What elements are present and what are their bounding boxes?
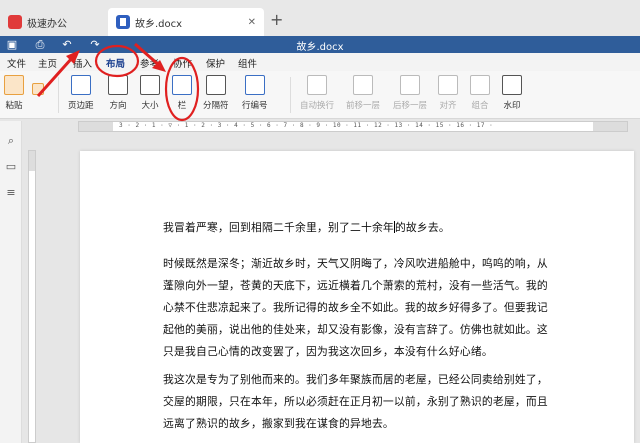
group-button[interactable]: 组合	[470, 75, 490, 111]
line-numbers-button[interactable]: 行编号	[242, 75, 268, 111]
align-button[interactable]: 对齐	[438, 75, 458, 111]
watermark-icon	[502, 75, 522, 95]
close-tab-icon[interactable]: ✕	[248, 17, 256, 28]
menu-components[interactable]: 组件	[238, 56, 257, 70]
paste-button[interactable]: 粘贴	[4, 75, 24, 111]
breaks-icon	[205, 75, 226, 95]
paste-label: 粘贴	[5, 101, 23, 111]
margins-label: 页边距	[68, 101, 94, 111]
document-page[interactable]: 我冒着严寒，回到相隔二千余里，别了二十余年的故乡去。 时候既然是深冬；渐近故乡时…	[80, 151, 634, 443]
ruler-margin-right	[593, 122, 627, 131]
breaks-label: 分隔符	[203, 101, 229, 111]
ribbon-toolbar: 粘贴 页边距 方向 大小 栏 分隔符 行编号 自动换行 前移一层 后移一层 对齐…	[0, 71, 640, 119]
columns-button[interactable]: 栏	[172, 75, 192, 111]
columns-icon	[172, 75, 192, 95]
new-tab-icon[interactable]: +	[270, 10, 283, 29]
bring-forward-icon	[353, 75, 373, 95]
send-backward-label: 后移一层	[393, 101, 428, 111]
menu-collaborate[interactable]: 协作	[173, 56, 192, 70]
breaks-button[interactable]: 分隔符	[203, 75, 229, 111]
document-body[interactable]: 我冒着严寒，回到相隔二千余里，别了二十余年的故乡去。 时候既然是深冬；渐近故乡时…	[163, 217, 557, 441]
margins-icon	[70, 75, 91, 95]
wrap-icon	[307, 75, 327, 95]
paste-icon	[4, 75, 24, 95]
orientation-icon	[108, 75, 128, 95]
size-label: 大小	[141, 101, 159, 111]
menu-references[interactable]: 参考	[140, 56, 159, 70]
ruler-margin-left	[79, 122, 113, 131]
search-icon[interactable]: ⌕	[5, 135, 17, 147]
title-tab-bar: 极速办公 故乡.docx ✕ +	[0, 0, 640, 36]
columns-label: 栏	[177, 101, 187, 111]
document-icon	[116, 15, 130, 29]
group-icon	[470, 75, 490, 95]
app-logo-icon	[8, 15, 22, 29]
watermark-button[interactable]: 水印	[502, 75, 522, 111]
paragraph-1-text-a: 我冒着严寒，回到相隔二千余里，别了二十余年	[163, 221, 394, 234]
horizontal-ruler[interactable]: 3 · 2 · 1 · ▽ · 1 · 2 · 3 · 4 · 5 · 6 · …	[78, 121, 628, 132]
wrap-text-button[interactable]: 自动换行	[300, 75, 334, 111]
paragraph-1-text-b: 的故乡去。	[394, 221, 450, 234]
tab-home-label: 极速办公	[27, 18, 67, 30]
tab-home[interactable]: 极速办公	[0, 8, 108, 36]
menu-file[interactable]: 文件	[7, 56, 26, 70]
align-icon	[438, 75, 458, 95]
tab-document[interactable]: 故乡.docx ✕	[108, 8, 264, 36]
menu-protect[interactable]: 保护	[206, 56, 225, 70]
ribbon-divider	[290, 77, 291, 113]
menu-bar: 文件 主页 插入 布局 参考 协作 保护 组件	[0, 53, 640, 73]
page-size-icon	[140, 75, 160, 95]
paragraph-3[interactable]: 我这次是专为了别他而来的。我们多年聚族而居的老屋，已经公同卖给别姓了，交屋的期限…	[163, 369, 557, 435]
vertical-ruler[interactable]	[28, 150, 36, 443]
orientation-button[interactable]: 方向	[108, 75, 128, 111]
ruler-numbers: 3 · 2 · 1 · ▽ · 1 · 2 · 3 · 4 · 5 · 6 · …	[119, 122, 494, 129]
wrap-label: 自动换行	[300, 101, 335, 111]
navigation-icon[interactable]: ≡	[5, 187, 17, 199]
line-numbers-label: 行编号	[242, 101, 268, 111]
document-title: 故乡.docx	[296, 42, 344, 53]
menu-home[interactable]: 主页	[38, 56, 57, 70]
orientation-label: 方向	[109, 101, 127, 111]
bring-forward-label: 前移一层	[346, 101, 381, 111]
format-painter-button[interactable]	[32, 83, 44, 95]
quick-access-bar: ▣ ⎙ ↶ ↷ 故乡.docx	[0, 36, 640, 53]
left-sidebar: ⌕ ▭ ≡	[0, 121, 22, 443]
group-label: 组合	[471, 101, 489, 111]
vertical-ruler-margin	[29, 151, 35, 171]
paragraph-1[interactable]: 我冒着严寒，回到相隔二千余里，别了二十余年的故乡去。	[163, 217, 557, 239]
bring-forward-button[interactable]: 前移一层	[346, 75, 380, 111]
menu-insert[interactable]: 插入	[73, 56, 92, 70]
send-backward-button[interactable]: 后移一层	[393, 75, 427, 111]
tab-document-label: 故乡.docx	[135, 18, 183, 30]
brush-icon	[32, 83, 44, 95]
size-button[interactable]: 大小	[140, 75, 160, 111]
margins-button[interactable]: 页边距	[68, 75, 94, 111]
comment-icon[interactable]: ▭	[5, 161, 17, 173]
line-numbers-icon	[244, 75, 265, 95]
align-label: 对齐	[439, 101, 457, 111]
paragraph-2[interactable]: 时候既然是深冬；渐近故乡时，天气又阴晦了，冷风吹进船舱中，呜呜的响，从蓬隙向外一…	[163, 253, 557, 363]
watermark-label: 水印	[503, 101, 521, 111]
send-backward-icon	[400, 75, 420, 95]
ribbon-divider	[58, 77, 59, 113]
